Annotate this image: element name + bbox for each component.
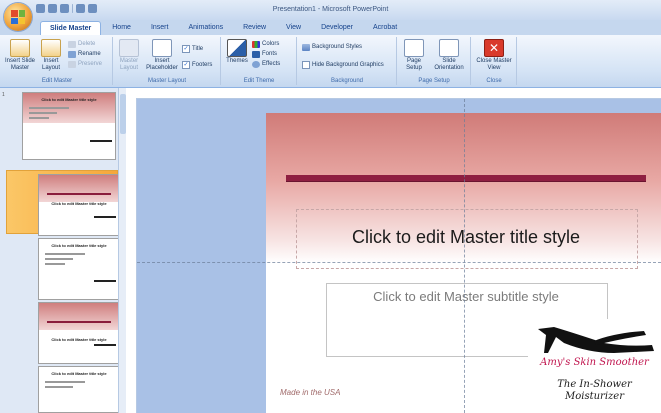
thumbnail-pane[interactable]: 1 Click to edit Master title style Click… (0, 88, 120, 413)
delete-button[interactable]: Delete (68, 40, 95, 48)
thumbnail-text-lines (29, 107, 69, 122)
insert-slide-master-button[interactable]: Insert Slide Master (4, 39, 36, 72)
tab-slide-master[interactable]: Slide Master (40, 21, 102, 36)
thumbnail-title: Click to edit Master title style (51, 371, 107, 376)
thumbnail-slide[interactable]: Click to edit Master title style (38, 238, 120, 300)
title-placeholder-text[interactable]: Click to edit Master title style (296, 227, 636, 248)
subtitle-placeholder-text[interactable]: Click to edit Master subtitle style (326, 289, 606, 304)
checkmark-icon: ✓ (182, 45, 190, 53)
office-button[interactable] (4, 3, 32, 31)
vertical-ruler[interactable] (126, 98, 137, 413)
master-layout-icon (119, 39, 139, 57)
horizontal-guide[interactable] (137, 262, 661, 263)
thumbnail-text-lines (45, 253, 85, 268)
thumbnail-accent-bar (47, 193, 111, 195)
tab-view[interactable]: View (277, 21, 310, 35)
group-close: ✕ Close Master View Close (472, 37, 517, 85)
group-edit-master: Insert Slide Master Insert Layout Delete… (2, 37, 113, 85)
thumbnail-title: Click to edit Master title style (51, 243, 107, 248)
accent-bar[interactable] (286, 175, 646, 182)
office-logo-icon (11, 10, 25, 24)
tab-developer[interactable]: Developer (312, 21, 362, 35)
thumbnail-logo (94, 280, 116, 296)
group-page-setup: Page Setup Slide Orientation Page Setup (398, 37, 471, 85)
tab-review[interactable]: Review (234, 21, 275, 35)
master-layout-button[interactable]: Master Layout (116, 39, 142, 72)
window-title: Presentation1 - Microsoft PowerPoint (272, 6, 389, 13)
effects-button[interactable]: Effects (252, 60, 280, 68)
logo-tagline-line2: Moisturizer (565, 391, 624, 402)
effects-icon (252, 60, 260, 68)
close-icon: ✕ (484, 39, 504, 57)
group-label: Close (486, 78, 502, 84)
group-label: Master Layout (147, 78, 187, 84)
thumbnail-title: Click to edit Master title style (51, 337, 107, 342)
slide-orientation-icon (439, 39, 459, 57)
insert-layout-button[interactable]: Insert Layout (38, 39, 64, 72)
slide-number: 1 (2, 92, 5, 98)
background-styles-icon (302, 43, 310, 51)
thumbnail-logo (94, 216, 116, 232)
horizontal-ruler[interactable] (126, 88, 661, 99)
checkmark-icon: ✓ (182, 61, 190, 69)
group-edit-theme: Themes Colors Fonts Effects Edit Theme (222, 37, 297, 85)
tab-acrobat[interactable]: Acrobat (364, 21, 406, 35)
themes-icon (227, 39, 247, 57)
background-styles-button[interactable]: Background Styles (302, 43, 362, 51)
thumbnail-logo (94, 344, 116, 360)
thumbnail-slide[interactable]: Click to edit Master title style (22, 92, 116, 160)
insert-placeholder-icon (152, 39, 172, 57)
themes-button[interactable]: Themes (224, 39, 250, 65)
group-background: Background Styles Hide Background Graphi… (298, 37, 397, 85)
thumbnail-accent-bar (47, 321, 111, 323)
fonts-button[interactable]: Fonts (252, 50, 277, 58)
group-label: Edit Master (41, 78, 73, 84)
close-master-view-button[interactable]: ✕ Close Master View (474, 39, 514, 72)
title-bar: Presentation1 - Microsoft PowerPoint (0, 0, 661, 20)
fonts-icon (252, 50, 260, 58)
page-setup-button[interactable]: Page Setup (400, 39, 428, 72)
high-heel-icon (538, 327, 654, 353)
footer-text[interactable]: Made in the USA (280, 388, 340, 397)
page-setup-icon (404, 39, 424, 57)
logo-tagline: The In-Shower Moisturizer (532, 379, 657, 403)
ribbon: Insert Slide Master Insert Layout Delete… (0, 35, 661, 88)
slide-orientation-button[interactable]: Slide Orientation (430, 39, 468, 72)
colors-icon (252, 40, 260, 48)
preserve-icon (68, 60, 76, 68)
thumbnail-background (39, 303, 119, 330)
insert-layout-icon (41, 39, 61, 57)
tab-insert[interactable]: Insert (142, 21, 178, 35)
thumbnail-text-lines (45, 381, 85, 391)
preserve-button[interactable]: Preserve (68, 60, 102, 68)
thumbnail-slide[interactable]: Click to edit Master title style (38, 174, 120, 236)
tab-animations[interactable]: Animations (179, 21, 232, 35)
ribbon-tabs: Slide Master Home Insert Animations Revi… (40, 21, 406, 36)
group-label: Background (330, 78, 364, 84)
thumbnail-slide[interactable]: Click to edit Master title style (38, 302, 120, 364)
hide-background-graphics-checkbox[interactable]: Hide Background Graphics (302, 61, 384, 69)
thumbnail-title: Click to edit Master title style (41, 97, 97, 102)
colors-button[interactable]: Colors (252, 40, 279, 48)
title-checkbox[interactable]: ✓ Title (182, 45, 203, 53)
checkbox-icon (302, 61, 310, 69)
tab-home[interactable]: Home (103, 21, 140, 35)
rename-button[interactable]: Rename (68, 50, 101, 58)
footers-checkbox[interactable]: ✓ Footers (182, 61, 212, 69)
delete-icon (68, 40, 76, 48)
thumbnail-logo (90, 140, 112, 156)
rename-icon (68, 50, 76, 58)
thumbnail-slide[interactable]: Click to edit Master title style (38, 366, 120, 413)
group-label: Page Setup (418, 78, 450, 84)
insert-placeholder-button[interactable]: Insert Placeholder (144, 39, 180, 72)
vertical-guide[interactable] (464, 99, 465, 413)
thumbnail-background (39, 175, 119, 202)
thumbnail-title: Click to edit Master title style (51, 201, 107, 206)
brand-logo[interactable]: Amy's Skin Smoother The In-Shower Moistu… (528, 319, 661, 413)
logo-tagline-line1: The In-Shower (557, 379, 632, 390)
group-master-layout: Master Layout Insert Placeholder ✓ Title… (114, 37, 221, 85)
logo-brand-text: Amy's Skin Smoother (540, 357, 649, 368)
group-label: Edit Theme (243, 78, 275, 84)
insert-slide-master-icon (10, 39, 30, 57)
